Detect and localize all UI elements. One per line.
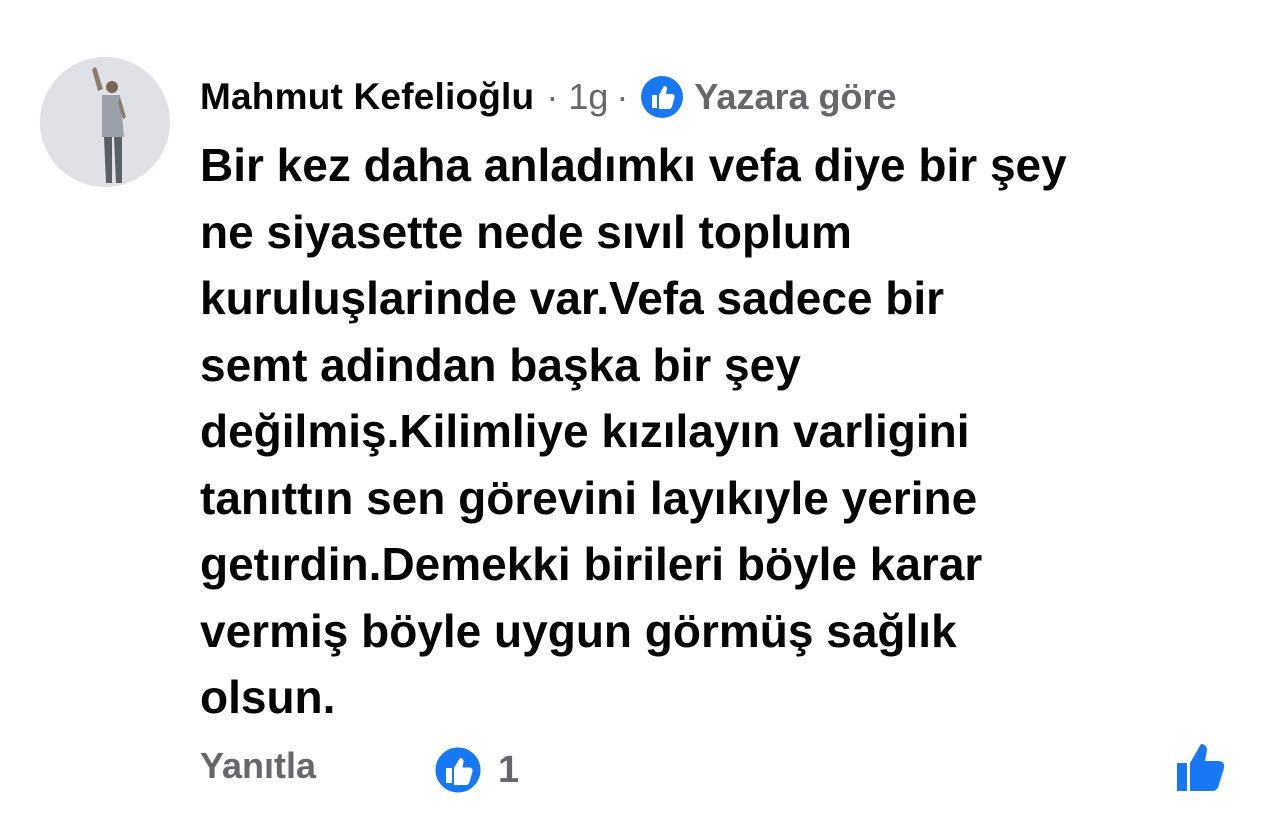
comment-line: ne siyasette nede sıvıl toplum — [200, 205, 852, 258]
comment-line: semt adindan başka bir şey — [200, 338, 801, 391]
avatar[interactable] — [40, 57, 170, 187]
reaction-summary[interactable]: 1 — [432, 744, 519, 796]
separator-dot: · — [616, 76, 629, 117]
timestamp[interactable]: 1g — [568, 76, 608, 118]
comment-line: kuruluşlarinde var.Vefa sadece bir — [200, 272, 945, 324]
reply-button[interactable]: Yanıtla — [200, 745, 316, 787]
like-button[interactable] — [1173, 739, 1229, 795]
comment-line: değilmiş.Kilimliye kızılayın varligini — [200, 405, 970, 457]
top-fan-badge-label: Yazara göre — [694, 76, 897, 117]
comment-header: Mahmut Kefelioğlu · 1g · Yazara göre — [200, 70, 897, 124]
comment-line: getırdin.Demekki birileri böyle karar — [200, 538, 983, 590]
comment-line: tanıttın sen görevini layıkıyle yerine — [200, 471, 978, 524]
author-name[interactable]: Mahmut Kefelioğlu — [200, 76, 534, 118]
thumbs-up-circle-icon — [640, 75, 684, 119]
comment-line: Bir kez daha anladımkı vefa diye bir şey — [200, 139, 1067, 191]
comment-line: olsun. — [200, 671, 336, 723]
comment-text: Bir kez daha anladımkı vefa diye bir şey… — [200, 132, 1260, 731]
avatar-photo — [40, 57, 170, 187]
thumbs-up-icon — [1177, 744, 1225, 791]
separator-dot: · — [546, 76, 559, 117]
reaction-count: 1 — [498, 748, 520, 791]
comment-line: vermiş böyle uygun görmüş sağlık — [200, 604, 957, 657]
like-reaction-icon — [432, 744, 484, 796]
